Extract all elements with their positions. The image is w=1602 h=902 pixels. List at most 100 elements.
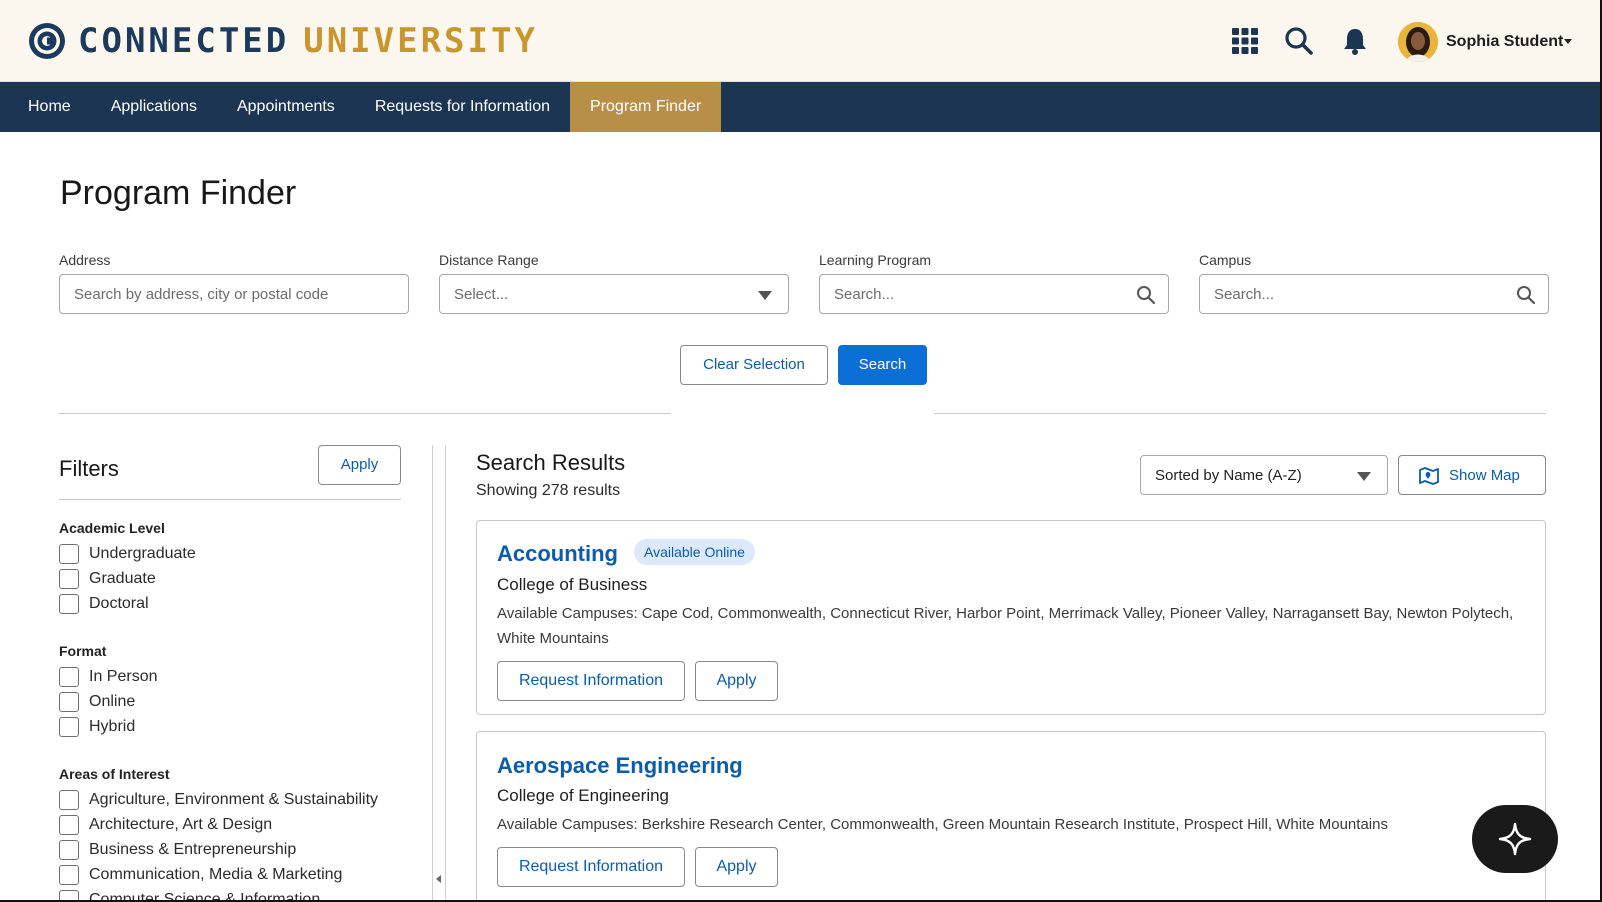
checkbox[interactable] — [59, 594, 79, 614]
filter-option-label: Undergraduate — [89, 545, 196, 562]
filter-option-label: Communication, Media & Marketing — [89, 866, 343, 883]
campus-label: Campus — [1199, 252, 1252, 268]
app-frame: CONNECTED UNIVERSITY Sophia Student Home… — [0, 0, 1602, 902]
filter-option-hybrid[interactable]: Hybrid — [59, 716, 135, 738]
avatar-image-icon — [1398, 22, 1438, 62]
filter-option-architecture[interactable]: Architecture, Art & Design — [59, 814, 272, 836]
filter-option-label: Business & Entrepreneurship — [89, 841, 297, 858]
filter-group-title: Format — [59, 643, 107, 659]
logo-text: CONNECTED UNIVERSITY — [78, 22, 538, 60]
section-divider — [59, 413, 671, 414]
distance-placeholder: Select... — [454, 286, 509, 303]
filter-option-in-person[interactable]: In Person — [59, 666, 157, 688]
address-input[interactable]: Search by address, city or postal code — [59, 274, 409, 314]
nav-item-appointments[interactable]: Appointments — [217, 82, 355, 132]
logo-mark-icon — [29, 23, 65, 59]
user-name[interactable]: Sophia Student — [1446, 33, 1563, 51]
address-label: Address — [59, 252, 111, 268]
university-logo[interactable]: CONNECTED UNIVERSITY — [28, 22, 538, 60]
assistant-button[interactable] — [1472, 805, 1558, 873]
filter-option-online[interactable]: Online — [59, 691, 135, 713]
filter-option-label: Online — [89, 693, 136, 710]
clear-selection-button[interactable]: Clear Selection — [680, 345, 828, 385]
bell-icon[interactable] — [1340, 26, 1370, 56]
filters-divider — [59, 499, 401, 500]
chevron-down-icon — [1357, 472, 1371, 481]
show-map-button[interactable]: Show Map — [1398, 455, 1546, 495]
filter-option-label: Doctoral — [89, 595, 149, 612]
checkbox[interactable] — [59, 717, 79, 737]
nav-item-applications[interactable]: Applications — [91, 82, 217, 132]
sparkle-icon — [1498, 822, 1532, 856]
checkbox[interactable] — [59, 544, 79, 564]
checkbox[interactable] — [59, 692, 79, 712]
results-title: Search Results — [476, 450, 626, 475]
filter-option-graduate[interactable]: Graduate — [59, 568, 156, 590]
logo-word-university: UNIVERSITY — [303, 21, 538, 61]
distance-select[interactable]: Select... — [439, 274, 789, 314]
status-badge: Available Online — [634, 539, 755, 565]
request-information-button[interactable]: Request Information — [497, 661, 685, 701]
apply-button[interactable]: Apply — [695, 661, 778, 701]
checkbox[interactable] — [59, 667, 79, 687]
apply-button[interactable]: Apply — [695, 847, 778, 887]
checkbox[interactable] — [59, 790, 79, 810]
search-icon[interactable] — [1284, 26, 1314, 56]
program-college: College of Business — [497, 575, 648, 594]
nav-item-requests[interactable]: Requests for Information — [355, 82, 570, 132]
filter-group-title: Areas of Interest — [59, 766, 170, 782]
search-icon — [1517, 286, 1536, 305]
map-icon — [1419, 467, 1439, 485]
filter-option-label: In Person — [89, 668, 158, 685]
filter-group-title: Academic Level — [59, 520, 165, 536]
page-title: Program Finder — [60, 174, 297, 212]
nav-item-program-finder[interactable]: Program Finder — [570, 82, 722, 132]
program-label: Learning Program — [819, 252, 932, 268]
filter-option-label: Hybrid — [89, 718, 136, 735]
checkbox[interactable] — [59, 840, 79, 860]
filter-option-label: Computer Science & Information — [89, 891, 321, 902]
sort-label: Sorted by Name (A-Z) — [1155, 467, 1302, 484]
result-card: Aerospace Engineering College of Enginee… — [476, 731, 1546, 900]
program-campuses: Available Campuses: Berkshire Research C… — [497, 816, 1388, 833]
filter-option-communication[interactable]: Communication, Media & Marketing — [59, 864, 342, 886]
search-button[interactable]: Search — [838, 345, 927, 385]
sort-select[interactable]: Sorted by Name (A-Z) — [1140, 455, 1388, 495]
program-campuses: Available Campuses: Cape Cod, Commonweal… — [497, 605, 1514, 647]
filter-option-agriculture[interactable]: Agriculture, Environment & Sustainabilit… — [59, 789, 378, 811]
checkbox[interactable] — [59, 569, 79, 589]
filter-option-undergraduate[interactable]: Undergraduate — [59, 543, 196, 565]
show-map-label: Show Map — [1449, 467, 1520, 484]
nav-item-home[interactable]: Home — [0, 82, 91, 132]
program-name-link[interactable]: Aerospace Engineering — [497, 753, 743, 779]
distance-label: Distance Range — [439, 252, 539, 268]
filter-option-label: Graduate — [89, 570, 156, 587]
campus-placeholder: Search... — [1214, 286, 1275, 303]
grid-icon[interactable] — [1230, 26, 1260, 56]
chevron-left-icon[interactable] — [436, 875, 441, 883]
results-count: Showing 278 results — [476, 482, 621, 499]
program-name-link[interactable]: Accounting — [497, 541, 618, 567]
request-information-button[interactable]: Request Information — [497, 847, 685, 887]
checkbox[interactable] — [59, 890, 79, 900]
program-college: College of Engineering — [497, 786, 670, 805]
filters-apply-button[interactable]: Apply — [318, 445, 401, 485]
logo-word-connected: CONNECTED — [78, 21, 290, 61]
program-search-input[interactable]: Search... — [819, 274, 1169, 314]
checkbox[interactable] — [59, 865, 79, 885]
section-divider — [934, 413, 1546, 414]
main-nav: Home Applications Appointments Requests … — [0, 82, 1600, 132]
chevron-down-icon[interactable] — [1564, 39, 1572, 44]
filter-option-computer-science[interactable]: Computer Science & Information — [59, 889, 321, 902]
top-header: CONNECTED UNIVERSITY Sophia Student — [0, 0, 1600, 82]
campus-search-input[interactable]: Search... — [1199, 274, 1549, 314]
chevron-down-icon — [758, 291, 772, 300]
avatar[interactable] — [1398, 22, 1438, 62]
checkbox[interactable] — [59, 815, 79, 835]
filter-option-doctoral[interactable]: Doctoral — [59, 593, 149, 615]
filter-option-label: Agriculture, Environment & Sustainabilit… — [89, 791, 379, 808]
program-placeholder: Search... — [834, 286, 895, 303]
filter-option-business[interactable]: Business & Entrepreneurship — [59, 839, 296, 861]
address-placeholder: Search by address, city or postal code — [74, 286, 329, 303]
panel-splitter[interactable] — [432, 445, 446, 900]
